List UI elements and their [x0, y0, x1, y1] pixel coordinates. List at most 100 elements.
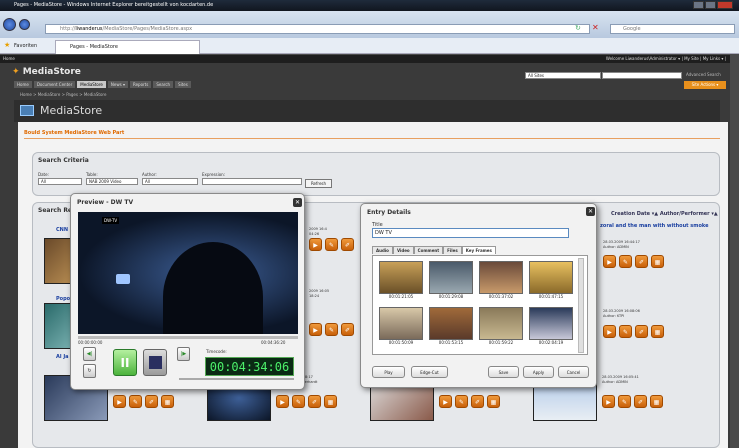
nav-mediastore[interactable]: MediaStore — [77, 81, 106, 88]
pencil-icon[interactable]: ✐ — [634, 395, 647, 408]
film-icon[interactable]: ▦ — [651, 255, 664, 268]
progress-bar[interactable] — [78, 336, 298, 339]
cancel-button[interactable]: Cancel — [558, 366, 589, 378]
keyframe[interactable]: 00:01:37:02 — [479, 261, 523, 302]
play-icon[interactable]: ▶ — [439, 395, 452, 408]
play-icon[interactable]: ▶ — [113, 395, 126, 408]
edit-icon[interactable]: ✎ — [618, 395, 631, 408]
keyframe[interactable]: 00:01:50:09 — [379, 307, 423, 348]
nav-document-center[interactable]: Document Center — [33, 81, 76, 88]
edit-icon[interactable]: ✎ — [325, 323, 338, 336]
result-title-right[interactable]: zoral and the man with without smoke — [600, 223, 710, 229]
tab-video[interactable]: Video — [392, 246, 414, 254]
keyframe[interactable]: 00:01:21:05 — [379, 261, 423, 302]
pencil-icon[interactable]: ✐ — [341, 323, 354, 336]
video-frame[interactable]: DW-TV — [78, 212, 298, 334]
keyframe[interactable]: 00:01:29:08 — [429, 261, 473, 302]
film-icon[interactable]: ▦ — [487, 395, 500, 408]
keyframe-time: 00:01:50:09 — [388, 340, 414, 345]
advanced-search-link[interactable]: Advanced Search — [686, 72, 721, 77]
top-bar: Home Welcome Liwanderus\Administrator ▾ |… — [0, 55, 730, 63]
tab-comment[interactable]: Comment — [413, 246, 444, 254]
nav-search[interactable]: Search — [153, 81, 174, 88]
site-search-input[interactable] — [602, 72, 682, 79]
author-select[interactable]: All — [142, 178, 198, 185]
close-icon[interactable]: ✕ — [293, 198, 302, 207]
edit-icon[interactable]: ✎ — [129, 395, 142, 408]
pencil-icon[interactable]: ✐ — [635, 325, 648, 338]
pencil-icon[interactable]: ✐ — [635, 255, 648, 268]
welcome-menu[interactable]: Welcome Liwanderus\Administrator ▾ | My … — [606, 55, 726, 63]
browser-search-input[interactable]: Google — [610, 24, 735, 34]
film-icon[interactable]: ▦ — [651, 325, 664, 338]
tab-key-frames[interactable]: Key Frames — [461, 246, 496, 254]
keyframe[interactable]: 00:02:04:19 — [529, 307, 573, 348]
edit-icon[interactable]: ✎ — [619, 325, 632, 338]
result-title-cnn[interactable]: CNN — [56, 227, 68, 233]
play-icon[interactable]: ▶ — [309, 238, 322, 251]
stop-icon[interactable]: ✕ — [592, 23, 599, 32]
forward-icon[interactable] — [19, 19, 30, 30]
favorites-button[interactable]: Favoriten — [14, 43, 37, 49]
maximize-button[interactable] — [705, 1, 716, 9]
play-button[interactable]: Play — [372, 366, 405, 378]
film-icon[interactable]: ▦ — [161, 395, 174, 408]
stop-button[interactable] — [143, 349, 167, 376]
edit-icon[interactable]: ✎ — [292, 395, 305, 408]
table-select[interactable]: NAB 2009 Video — [86, 178, 138, 185]
refresh-icon[interactable]: ↻ — [575, 24, 581, 32]
apply-button[interactable]: Apply — [523, 366, 554, 378]
nav-home[interactable]: Home — [14, 81, 32, 88]
step-back-icon[interactable]: ◀| — [83, 347, 96, 361]
site-actions-button[interactable]: Site Actions ▾ — [684, 81, 726, 89]
back-icon[interactable] — [3, 18, 16, 31]
edit-icon[interactable]: ✎ — [325, 238, 338, 251]
play-icon[interactable]: ▶ — [603, 325, 616, 338]
browser-tab[interactable]: Pages - MediaStore — [55, 40, 200, 54]
tab-files[interactable]: Files — [443, 246, 462, 254]
scrollbar[interactable] — [578, 258, 584, 353]
film-icon[interactable]: ▦ — [650, 395, 663, 408]
volume-slider[interactable] — [179, 378, 294, 380]
nav-reports[interactable]: Reports — [129, 81, 152, 88]
edit-icon[interactable]: ✎ — [455, 395, 468, 408]
play-icon[interactable]: ▶ — [309, 323, 322, 336]
home-link[interactable]: Home — [3, 56, 15, 61]
pencil-icon[interactable]: ✐ — [471, 395, 484, 408]
window-title: Pages - MediaStore - Windows Internet Ex… — [14, 2, 214, 8]
tab-audio[interactable]: Audio — [372, 246, 393, 254]
search-placeholder: Google — [623, 26, 641, 32]
keyframe-time: 00:01:37:02 — [488, 294, 514, 299]
play-icon[interactable]: ▶ — [276, 395, 289, 408]
edge-cut-button[interactable]: Edge-Cut — [411, 366, 448, 378]
date-select[interactable]: All — [38, 178, 82, 185]
nav-news[interactable]: News ▾ — [107, 81, 128, 88]
close-button[interactable] — [717, 1, 733, 9]
pencil-icon[interactable]: ✐ — [341, 238, 354, 251]
sort-header[interactable]: Creation Date ▾▲ Author/Performer ▾▲ — [611, 211, 718, 217]
title-field[interactable]: DW TV — [372, 228, 569, 238]
minimize-button[interactable] — [693, 1, 704, 9]
keyframe[interactable]: 00:01:53:15 — [429, 307, 473, 348]
result-title-aljazeera[interactable]: Al Ja — [56, 354, 69, 360]
film-icon[interactable]: ▦ — [324, 395, 337, 408]
edit-icon[interactable]: ✎ — [619, 255, 632, 268]
search-scope-select[interactable]: All Sites — [525, 72, 601, 79]
loop-icon[interactable]: ↻ — [83, 364, 96, 378]
play-icon[interactable]: ▶ — [602, 395, 615, 408]
page-title-bar: MediaStore — [14, 100, 720, 122]
pencil-icon[interactable]: ✐ — [308, 395, 321, 408]
keyframe[interactable]: 00:01:59:22 — [479, 307, 523, 348]
pause-button[interactable]: II — [113, 349, 137, 376]
expression-input[interactable] — [202, 178, 302, 185]
keyframe[interactable]: 00:01:47:15 — [529, 261, 573, 302]
nav-sites[interactable]: Sites — [175, 81, 191, 88]
refresh-button[interactable]: Refresh — [305, 179, 332, 188]
close-icon[interactable]: ✕ — [586, 207, 595, 216]
result-title-popo[interactable]: Popo — [56, 296, 70, 302]
url-input[interactable]: http://liwanderus/MediaStore/Pages/Media… — [45, 24, 590, 34]
save-button[interactable]: Save — [488, 366, 519, 378]
pencil-icon[interactable]: ✐ — [145, 395, 158, 408]
play-icon[interactable]: ▶ — [603, 255, 616, 268]
step-forward-icon[interactable]: |▶ — [177, 347, 190, 361]
